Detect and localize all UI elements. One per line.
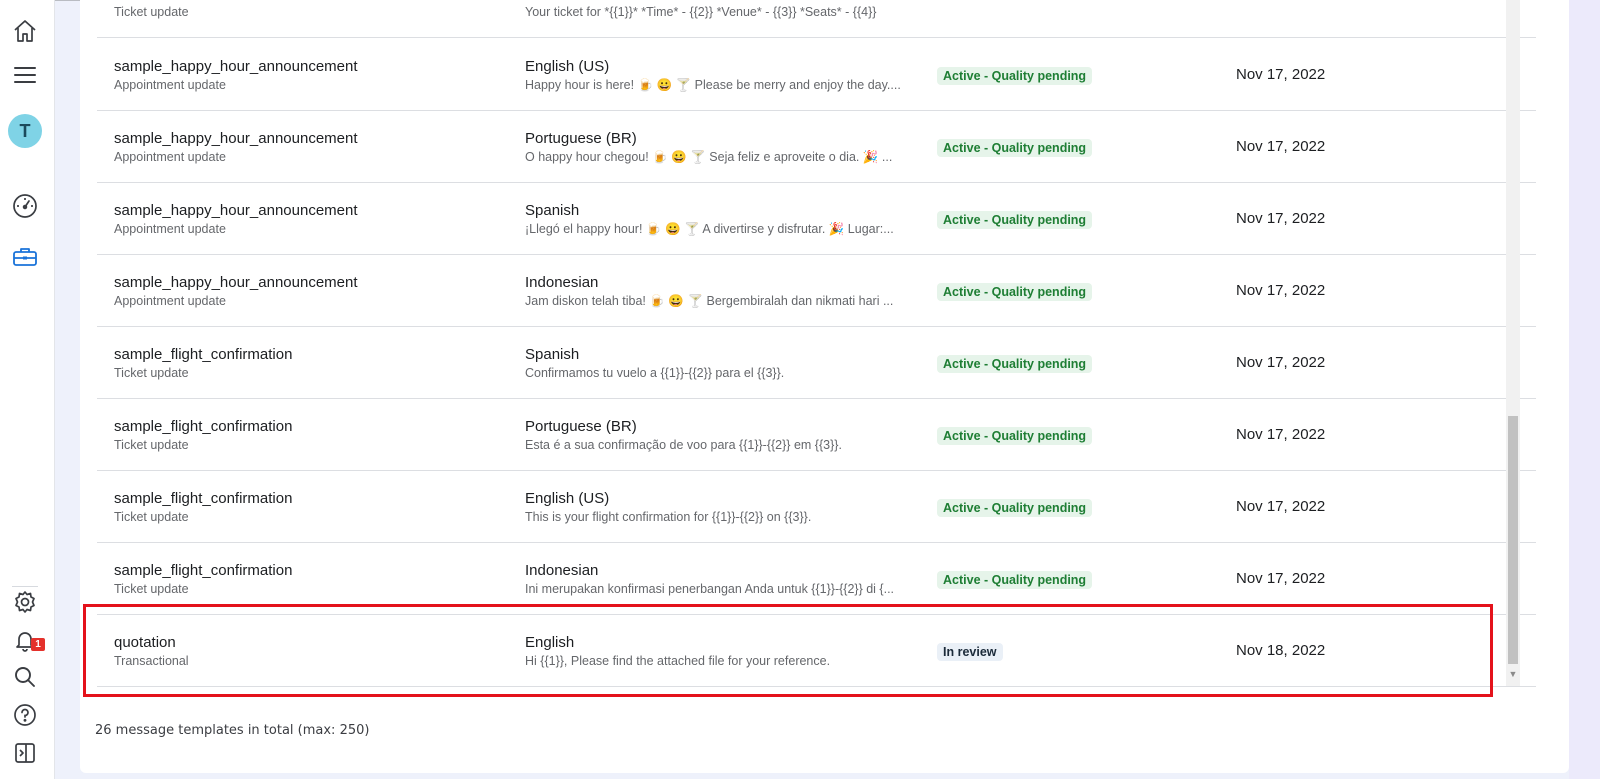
template-body-preview: This is your flight confirmation for {{1… xyxy=(525,510,812,524)
template-category: Ticket update xyxy=(114,438,189,452)
template-category: Ticket update xyxy=(114,366,189,380)
last-updated-date: Nov 17, 2022 xyxy=(1236,210,1326,227)
template-category: Ticket update xyxy=(114,510,189,524)
scroll-down-arrow-icon[interactable]: ▼ xyxy=(1508,668,1518,680)
briefcase-icon[interactable] xyxy=(11,243,39,271)
template-name: sample_flight_confirmation xyxy=(114,346,293,363)
notification-badge: 1 xyxy=(31,638,45,651)
status-badge: Active - Quality pending xyxy=(937,67,1093,85)
template-name: sample_flight_confirmation xyxy=(114,418,293,435)
left-nav-rail: T 1 xyxy=(0,0,55,779)
status-badge: Active - Quality pending xyxy=(937,427,1093,445)
template-language: Indonesian xyxy=(525,274,599,291)
template-language: Indonesian xyxy=(525,562,599,579)
dashboard-gauge-icon[interactable] xyxy=(11,192,39,220)
status-badge: Active - Quality pending xyxy=(937,283,1093,301)
template-category: Appointment update xyxy=(114,222,226,236)
template-body-preview: O happy hour chegou! 🍺 😀 🍸 Seja feliz e … xyxy=(525,150,893,164)
table-row[interactable]: sample_happy_hour_announcement Appointme… xyxy=(97,253,1536,327)
table-row[interactable]: sample_flight_confirmation Ticket update… xyxy=(97,469,1536,543)
last-updated-date: Nov 17, 2022 xyxy=(1236,498,1326,515)
status-badge: Active - Quality pending xyxy=(937,571,1093,589)
menu-icon[interactable] xyxy=(11,61,39,89)
template-name: sample_happy_hour_announcement xyxy=(114,202,358,219)
help-icon[interactable] xyxy=(11,701,39,729)
template-language: Portuguese (BR) xyxy=(525,130,637,147)
template-category: Appointment update xyxy=(114,150,226,164)
template-language: English (US) xyxy=(525,490,610,507)
template-name: sample_happy_hour_announcement xyxy=(114,58,358,75)
template-body-preview: ¡Llegó el happy hour! 🍺 😀 🍸 A divertirse… xyxy=(525,222,894,236)
last-updated-date: Nov 17, 2022 xyxy=(1236,426,1326,443)
highlight-box xyxy=(83,604,1493,697)
gear-icon[interactable] xyxy=(11,588,39,616)
last-updated-date: Nov 17, 2022 xyxy=(1236,282,1326,299)
template-language: Spanish xyxy=(525,202,580,219)
template-category: Appointment update xyxy=(114,78,226,92)
table-row[interactable]: Ticket update Your ticket for *{{1}}* *T… xyxy=(97,0,1536,38)
search-icon[interactable] xyxy=(11,663,39,691)
template-name: sample_happy_hour_announcement xyxy=(114,130,358,147)
last-updated-date: Nov 17, 2022 xyxy=(1236,354,1326,371)
table-row[interactable]: sample_happy_hour_announcement Appointme… xyxy=(97,37,1536,111)
table-row[interactable]: sample_flight_confirmation Ticket update… xyxy=(97,397,1536,471)
template-body-preview: Your ticket for *{{1}}* *Time* - {{2}} *… xyxy=(525,5,877,19)
template-body-preview: Ini merupakan konfirmasi penerbangan And… xyxy=(525,582,895,596)
template-body-preview: Jam diskon telah tiba! 🍺 😀 🍸 Bergembiral… xyxy=(525,294,894,308)
template-name: sample_flight_confirmation xyxy=(114,562,293,579)
template-language: Portuguese (BR) xyxy=(525,418,637,435)
template-name: sample_happy_hour_announcement xyxy=(114,274,358,291)
status-badge: Active - Quality pending xyxy=(937,355,1093,373)
status-badge: Active - Quality pending xyxy=(937,139,1093,157)
template-body-preview: Esta é a sua confirmação de voo para {{1… xyxy=(525,438,842,452)
last-updated-date: Nov 17, 2022 xyxy=(1236,570,1326,587)
template-language: Spanish xyxy=(525,346,580,363)
status-badge: Active - Quality pending xyxy=(937,499,1093,517)
templates-count: 26 message templates in total (max: 250) xyxy=(95,723,370,738)
right-edge-panel xyxy=(1569,0,1600,779)
template-body-preview: Happy hour is here! 🍺 😀 🍸 Please be merr… xyxy=(525,78,901,92)
table-row[interactable]: sample_happy_hour_announcement Appointme… xyxy=(97,109,1536,183)
template-category: Appointment update xyxy=(114,294,226,308)
template-name: sample_flight_confirmation xyxy=(114,490,293,507)
table-row[interactable]: sample_happy_hour_announcement Appointme… xyxy=(97,181,1536,255)
template-body-preview: Confirmamos tu vuelo a {{1}}-{{2}} para … xyxy=(525,366,785,380)
template-category: Ticket update xyxy=(114,5,189,19)
template-language: English (US) xyxy=(525,58,610,75)
collapse-sidebar-icon[interactable] xyxy=(11,739,39,767)
home-icon[interactable] xyxy=(11,17,39,45)
last-updated-date: Nov 17, 2022 xyxy=(1236,138,1326,155)
status-badge: Active - Quality pending xyxy=(937,211,1093,229)
table-row[interactable]: sample_flight_confirmation Ticket update… xyxy=(97,325,1536,399)
last-updated-date: Nov 17, 2022 xyxy=(1236,66,1326,83)
scrollbar-thumb[interactable] xyxy=(1508,416,1518,664)
avatar[interactable]: T xyxy=(8,114,42,148)
rail-divider xyxy=(12,586,38,587)
template-category: Ticket update xyxy=(114,582,189,596)
